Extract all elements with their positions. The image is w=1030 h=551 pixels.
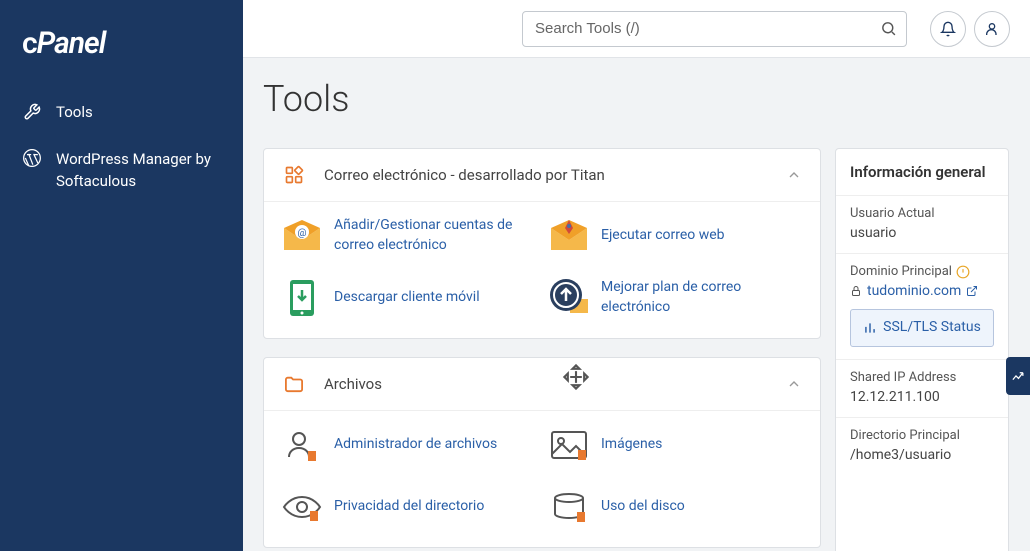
user-value: usuario bbox=[850, 225, 994, 241]
ip-value: 12.12.211.100 bbox=[850, 389, 994, 405]
stats-tab[interactable] bbox=[1006, 357, 1030, 395]
page-title: Tools bbox=[263, 78, 1010, 120]
item-label: Uso del disco bbox=[601, 497, 685, 517]
main: Tools Correo electrónico - desarrollado … bbox=[243, 58, 1030, 551]
ssl-button-label: SSL/TLS Status bbox=[883, 318, 981, 338]
envelope-at-icon: @ bbox=[280, 214, 324, 258]
item-label: Mejorar plan de correo electrónico bbox=[601, 278, 804, 317]
sidebar-item-label: WordPress Manager by Softaculous bbox=[56, 148, 221, 193]
warning-icon bbox=[956, 265, 970, 279]
upgrade-icon bbox=[547, 276, 591, 320]
dir-value: /home3/usuario bbox=[850, 447, 994, 463]
search-wrap bbox=[522, 11, 907, 47]
bell-icon bbox=[940, 21, 956, 37]
item-label: Imágenes bbox=[601, 435, 662, 455]
topbar bbox=[243, 0, 1030, 58]
folder-icon bbox=[282, 372, 306, 396]
lock-icon bbox=[850, 285, 862, 297]
info-header: Información general bbox=[836, 149, 1008, 196]
item-add-email-accounts[interactable]: @ Añadir/Gestionar cuentas de correo ele… bbox=[280, 214, 537, 258]
move-icon[interactable] bbox=[562, 363, 590, 391]
panel-header-email[interactable]: Correo electrónico - desarrollado por Ti… bbox=[264, 149, 820, 201]
account-button[interactable] bbox=[974, 11, 1010, 47]
apps-icon bbox=[282, 163, 306, 187]
item-label: Añadir/Gestionar cuentas de correo elect… bbox=[334, 216, 537, 255]
tools-icon bbox=[22, 102, 42, 122]
sidebar-item-label: Tools bbox=[56, 101, 93, 124]
sidebar: cPanel Tools WordPress Manager by Softac… bbox=[0, 0, 243, 551]
sidebar-item-tools[interactable]: Tools bbox=[0, 89, 243, 136]
notifications-button[interactable] bbox=[930, 11, 966, 47]
wordpress-icon bbox=[22, 148, 42, 168]
logo[interactable]: cPanel bbox=[0, 12, 243, 89]
domain-label: Dominio Principal bbox=[850, 264, 994, 279]
eye-privacy-icon bbox=[280, 485, 324, 529]
item-images[interactable]: Imágenes bbox=[547, 423, 804, 467]
item-upgrade-email-plan[interactable]: Mejorar plan de correo electrónico bbox=[547, 276, 804, 320]
user-label: Usuario Actual bbox=[850, 206, 994, 221]
chevron-up-icon bbox=[786, 167, 802, 183]
disk-icon bbox=[547, 485, 591, 529]
panel-files: Archivos Administrador de archivos bbox=[263, 357, 821, 548]
item-run-webmail[interactable]: Ejecutar correo web bbox=[547, 214, 804, 258]
info-panel: Información general Usuario Actual usuar… bbox=[835, 148, 1009, 551]
item-file-manager[interactable]: Administrador de archivos bbox=[280, 423, 537, 467]
sidebar-item-wordpress[interactable]: WordPress Manager by Softaculous bbox=[0, 136, 243, 205]
domain-link[interactable]: tudominio.com bbox=[850, 283, 994, 299]
panel-header-files[interactable]: Archivos bbox=[264, 358, 820, 410]
chevron-up-icon bbox=[786, 376, 802, 392]
item-label: Ejecutar correo web bbox=[601, 226, 725, 246]
item-label: Descargar cliente móvil bbox=[334, 288, 480, 308]
search-icon bbox=[880, 20, 897, 37]
mobile-download-icon bbox=[280, 276, 324, 320]
ssl-status-button[interactable]: SSL/TLS Status bbox=[850, 309, 994, 347]
ip-label: Shared IP Address bbox=[850, 370, 994, 385]
external-link-icon bbox=[966, 285, 978, 297]
image-icon bbox=[547, 423, 591, 467]
panel-title: Correo electrónico - desarrollado por Ti… bbox=[324, 166, 786, 184]
svg-text:@: @ bbox=[298, 228, 307, 239]
chart-line-icon bbox=[1011, 369, 1026, 384]
chart-icon bbox=[863, 321, 877, 335]
search-input[interactable] bbox=[522, 11, 907, 47]
item-label: Administrador de archivos bbox=[334, 435, 497, 455]
user-file-icon bbox=[280, 423, 324, 467]
user-icon bbox=[984, 21, 1000, 37]
panel-title: Archivos bbox=[324, 375, 786, 393]
panel-email: Correo electrónico - desarrollado por Ti… bbox=[263, 148, 821, 339]
item-directory-privacy[interactable]: Privacidad del directorio bbox=[280, 485, 537, 529]
envelope-rocket-icon bbox=[547, 214, 591, 258]
item-label: Privacidad del directorio bbox=[334, 497, 484, 517]
dir-label: Directorio Principal bbox=[850, 428, 994, 443]
item-download-mobile-client[interactable]: Descargar cliente móvil bbox=[280, 276, 537, 320]
domain-value: tudominio.com bbox=[867, 283, 961, 299]
item-disk-usage[interactable]: Uso del disco bbox=[547, 485, 804, 529]
